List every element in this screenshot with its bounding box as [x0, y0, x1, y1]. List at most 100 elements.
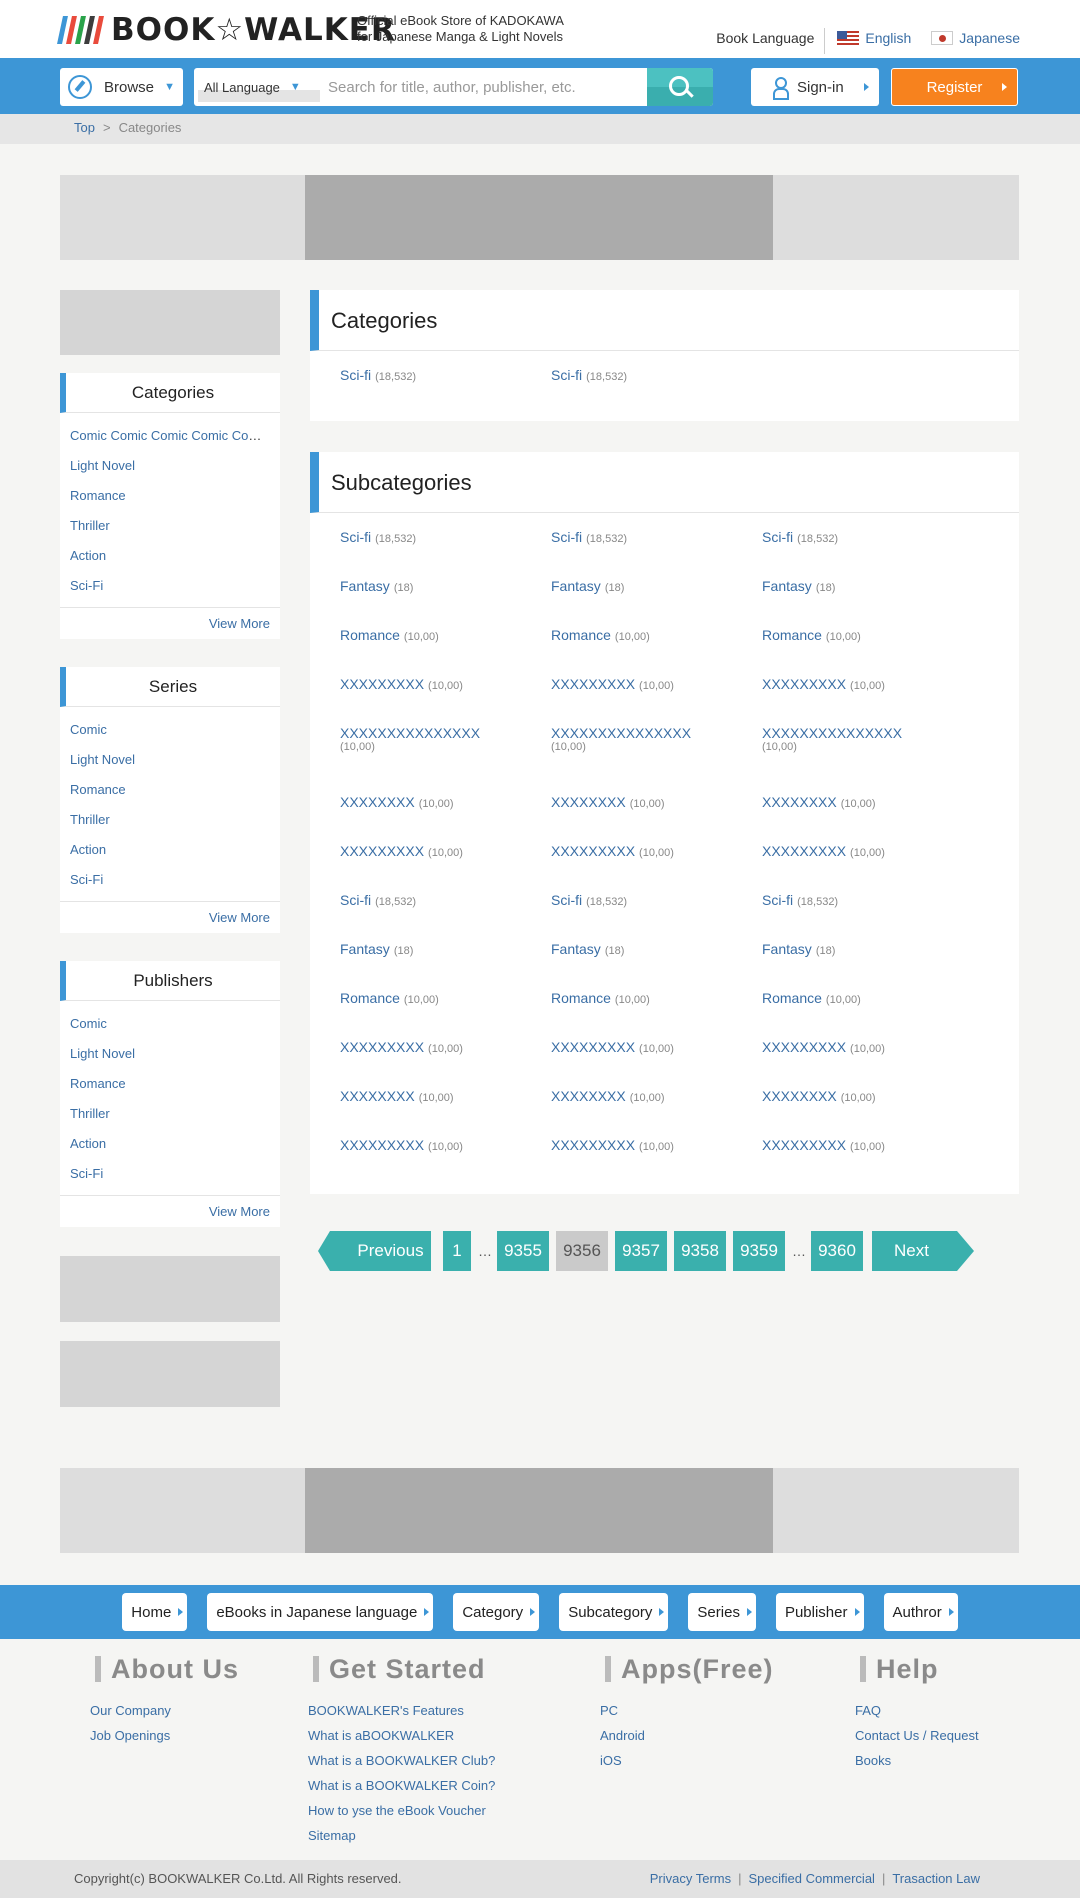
category-link[interactable]: Fantasy [551, 578, 601, 594]
publishers-view-more-link[interactable]: View More [209, 1204, 270, 1219]
category-link[interactable]: XXXXXXXX [551, 1088, 626, 1104]
sidebar-ad[interactable] [60, 290, 280, 355]
category-link[interactable]: XXXXXXXXX [762, 843, 846, 859]
category-link[interactable]: Sci-fi [762, 892, 793, 908]
footer-link-what-is-a-bookwalker-coin[interactable]: What is a BOOKWALKER Coin? [308, 1773, 495, 1798]
footer-link-android[interactable]: Android [600, 1723, 774, 1748]
bottom-banner-ad[interactable] [60, 1468, 1019, 1553]
footer-nav-home[interactable]: Home [122, 1593, 188, 1631]
sidebar-item-comic[interactable]: Comic [70, 1016, 107, 1031]
category-link[interactable]: Fantasy [762, 941, 812, 957]
footer-nav-authror[interactable]: Authror [883, 1593, 958, 1631]
page-button[interactable]: 9355 [497, 1231, 549, 1271]
footer-link-how-to-yse-the-ebook-voucher[interactable]: How to yse the eBook Voucher [308, 1798, 495, 1823]
category-link[interactable]: XXXXXXXXX [340, 1137, 424, 1153]
category-link[interactable]: Sci-fi [551, 367, 582, 383]
footer-link-ios[interactable]: iOS [600, 1748, 774, 1773]
category-link[interactable]: XXXXXXXXX [340, 676, 424, 692]
footer-link-sitemap[interactable]: Sitemap [308, 1823, 495, 1848]
page-button[interactable]: 9360 [811, 1231, 863, 1271]
search-button[interactable] [647, 68, 713, 106]
category-link[interactable]: Fantasy [340, 578, 390, 594]
category-link[interactable]: XXXXXXXXXXXXXXX [762, 725, 902, 741]
footer-link-contact-us-request[interactable]: Contact Us / Request [855, 1723, 979, 1748]
sidebar-item-sci-fi[interactable]: Sci-Fi [70, 872, 103, 887]
browse-button[interactable]: Browse ▼ [60, 68, 183, 106]
next-page-button[interactable]: Next [872, 1231, 974, 1271]
category-link[interactable]: Romance [551, 627, 611, 643]
page-button[interactable]: 9359 [733, 1231, 785, 1271]
category-link[interactable]: XXXXXXXX [340, 1088, 415, 1104]
series-view-more-link[interactable]: View More [209, 910, 270, 925]
category-link[interactable]: Sci-fi [340, 892, 371, 908]
footer-link-what-is-a-bookwalker-club[interactable]: What is a BOOKWALKER Club? [308, 1748, 495, 1773]
category-link[interactable]: XXXXXXXXX [551, 1039, 635, 1055]
category-link[interactable]: XXXXXXXXX [551, 676, 635, 692]
category-link[interactable]: XXXXXXXXX [762, 1039, 846, 1055]
search-input[interactable] [328, 72, 648, 102]
sidebar-item-sci-fi[interactable]: Sci-Fi [70, 578, 103, 593]
sidebar-ad[interactable] [60, 1341, 280, 1407]
lang-english-link[interactable]: English [837, 30, 911, 46]
footer-link-faq[interactable]: FAQ [855, 1698, 979, 1723]
category-link[interactable]: XXXXXXXXX [551, 843, 635, 859]
category-link[interactable]: XXXXXXXXX [762, 676, 846, 692]
category-link[interactable]: Fantasy [340, 941, 390, 957]
category-link[interactable]: Sci-fi [340, 367, 371, 383]
category-link[interactable]: Sci-fi [340, 529, 371, 545]
category-link[interactable]: XXXXXXXXX [340, 843, 424, 859]
legal-link-specified-commercial[interactable]: Specified Commercial [749, 1871, 875, 1886]
page-button[interactable]: 1 [443, 1231, 471, 1271]
sidebar-item-action[interactable]: Action [70, 548, 106, 563]
sidebar-item-romance[interactable]: Romance [70, 488, 126, 503]
category-link[interactable]: Romance [551, 990, 611, 1006]
top-banner-ad[interactable] [60, 175, 1019, 260]
footer-link-books[interactable]: Books [855, 1748, 979, 1773]
footer-nav-ebooks-in-japanese-language[interactable]: eBooks in Japanese language [207, 1593, 434, 1631]
category-link[interactable]: Romance [762, 990, 822, 1006]
category-link[interactable]: Romance [340, 990, 400, 1006]
footer-nav-publisher[interactable]: Publisher [775, 1593, 864, 1631]
page-button[interactable]: 9357 [615, 1231, 667, 1271]
sidebar-item-light-novel[interactable]: Light Novel [70, 458, 135, 473]
category-link[interactable]: Sci-fi [551, 892, 582, 908]
sidebar-item-thriller[interactable]: Thriller [70, 1106, 110, 1121]
footer-nav-category[interactable]: Category [453, 1593, 540, 1631]
sidebar-item-romance[interactable]: Romance [70, 1076, 126, 1091]
category-link[interactable]: Fantasy [762, 578, 812, 594]
sidebar-item-sci-fi[interactable]: Sci-Fi [70, 1166, 103, 1181]
sidebar-item-light-novel[interactable]: Light Novel [70, 752, 135, 767]
sidebar-item-thriller[interactable]: Thriller [70, 812, 110, 827]
footer-link-job-openings[interactable]: Job Openings [90, 1723, 239, 1748]
category-link[interactable]: Fantasy [551, 941, 601, 957]
footer-nav-series[interactable]: Series [688, 1593, 756, 1631]
sidebar-item-action[interactable]: Action [70, 842, 106, 857]
sidebar-item-thriller[interactable]: Thriller [70, 518, 110, 533]
category-link[interactable]: XXXXXXXXXXXXXXX [340, 725, 480, 741]
category-link[interactable]: Sci-fi [762, 529, 793, 545]
category-link[interactable]: XXXXXXXXX [551, 1137, 635, 1153]
sidebar-item-light-novel[interactable]: Light Novel [70, 1046, 135, 1061]
sidebar-item-comic-comic-comic-comic-comic-comic[interactable]: Comic Comic Comic Comic Comic Comic [70, 428, 280, 443]
current-page[interactable]: 9356 [556, 1231, 608, 1271]
legal-link-privacy-terms[interactable]: Privacy Terms [650, 1871, 731, 1886]
category-link[interactable]: XXXXXXXXXXXXXXX [551, 725, 691, 741]
sign-in-button[interactable]: Sign-in [751, 68, 879, 106]
category-link[interactable]: XXXXXXXX [340, 794, 415, 810]
footer-nav-subcategory[interactable]: Subcategory [559, 1593, 669, 1631]
category-link[interactable]: Sci-fi [551, 529, 582, 545]
sidebar-ad[interactable] [60, 1256, 280, 1322]
category-link[interactable]: XXXXXXXXX [340, 1039, 424, 1055]
category-link[interactable]: Romance [340, 627, 400, 643]
register-button[interactable]: Register [891, 68, 1018, 106]
footer-link-bookwalker-s-features[interactable]: BOOKWALKER's Features [308, 1698, 495, 1723]
page-button[interactable]: 9358 [674, 1231, 726, 1271]
category-link[interactable]: XXXXXXXX [762, 794, 837, 810]
footer-link-our-company[interactable]: Our Company [90, 1698, 239, 1723]
lang-japanese-link[interactable]: Japanese [931, 30, 1020, 46]
breadcrumb-top-link[interactable]: Top [74, 120, 95, 135]
category-link[interactable]: XXXXXXXXX [762, 1137, 846, 1153]
category-link[interactable]: Romance [762, 627, 822, 643]
category-link[interactable]: XXXXXXXX [762, 1088, 837, 1104]
sidebar-item-action[interactable]: Action [70, 1136, 106, 1151]
